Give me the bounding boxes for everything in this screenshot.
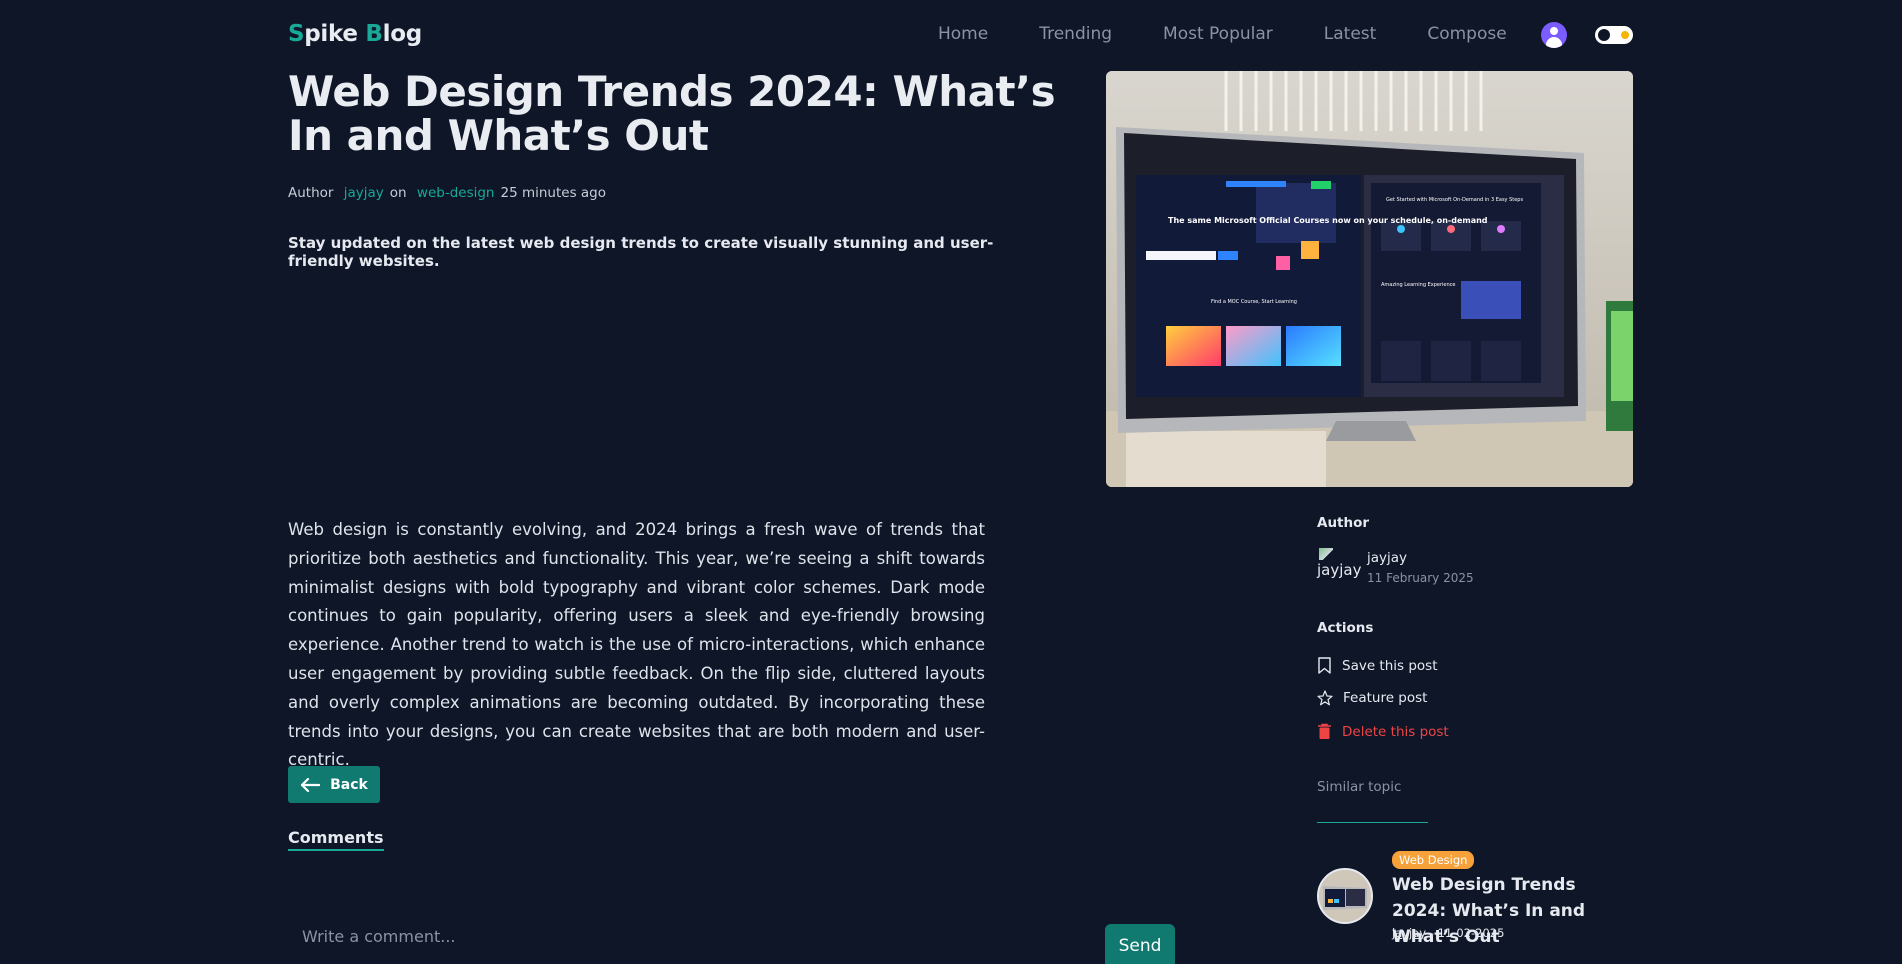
related-post-thumbnail[interactable]: [1317, 868, 1373, 924]
sidebar-author-date: 11 February 2025: [1367, 571, 1474, 585]
sidebar-author-name[interactable]: jayjay: [1367, 550, 1407, 566]
meta-on: on: [389, 185, 407, 201]
similar-topic-divider: [1317, 822, 1428, 823]
top-navbar: Spike Blog Home Trending Most Popular La…: [0, 0, 1902, 70]
meta-author-label: Author: [288, 185, 334, 201]
related-post-meta: jayjay - 11-02-2025: [1392, 926, 1505, 940]
save-post-button[interactable]: Save this post: [1317, 657, 1438, 674]
broken-image-icon: [1319, 548, 1333, 560]
main-nav: Home Trending Most Popular Latest Compos…: [938, 24, 1507, 44]
related-post-author[interactable]: jayjay: [1392, 926, 1426, 940]
theme-toggle[interactable]: [1595, 26, 1633, 44]
star-icon: [1317, 690, 1333, 706]
nav-compose[interactable]: Compose: [1427, 24, 1506, 44]
delete-post-label: Delete this post: [1342, 723, 1449, 740]
hero-overlay-section: Find a MOC Course, Start Learning: [1211, 299, 1297, 305]
feature-post-button[interactable]: Feature post: [1317, 690, 1427, 706]
post-category-link[interactable]: web-design: [417, 185, 495, 201]
post-meta: Author jayjay on web-design 25 minutes ago: [288, 185, 606, 201]
comments-heading: Comments: [288, 828, 384, 851]
save-post-label: Save this post: [1342, 657, 1438, 674]
author-avatar[interactable]: jayjay: [1317, 548, 1363, 584]
user-avatar-icon[interactable]: [1541, 22, 1567, 48]
site-logo[interactable]: Spike Blog: [288, 21, 422, 47]
nav-latest[interactable]: Latest: [1324, 24, 1377, 44]
toggle-knob: [1598, 29, 1610, 41]
feature-post-label: Feature post: [1343, 690, 1428, 706]
related-thumb-image: [1319, 870, 1371, 922]
hero-overlay-panel-sub: Amazing Learning Experience: [1381, 282, 1455, 288]
related-post-category-badge[interactable]: Web Design: [1392, 851, 1475, 869]
hero-overlay-headline: The same Microsoft Official Courses now …: [1168, 216, 1488, 225]
post-hero-image: The same Microsoft Official Courses now …: [1106, 71, 1633, 487]
sidebar-actions-heading: Actions: [1317, 620, 1374, 636]
logo-letter-s: S: [288, 21, 305, 47]
delete-post-button[interactable]: Delete this post: [1317, 723, 1449, 740]
post-body: Web design is constantly evolving, and 2…: [288, 520, 985, 770]
nav-trending[interactable]: Trending: [1039, 24, 1112, 44]
nav-most-popular[interactable]: Most Popular: [1163, 24, 1273, 44]
back-button-label: Back: [330, 776, 368, 793]
related-post-date: 11-02-2025: [1437, 926, 1505, 940]
logo-letter-b: B: [365, 21, 383, 47]
hero-overlay-panel-title: Get Started with Microsoft On-Demand in …: [1386, 197, 1523, 203]
trash-icon: [1318, 723, 1331, 739]
nav-home[interactable]: Home: [938, 24, 988, 44]
post-lead: Stay updated on the latest web design tr…: [288, 234, 994, 270]
logo-text-log: log: [382, 21, 423, 47]
comment-input[interactable]: [288, 920, 1094, 952]
post-author-link[interactable]: jayjay: [344, 185, 384, 201]
send-button[interactable]: Send: [1105, 924, 1175, 964]
arrow-left-icon: [301, 777, 321, 792]
logo-text-pike: pike: [304, 21, 366, 47]
back-button[interactable]: Back: [288, 766, 380, 803]
sidebar-author-heading: Author: [1317, 515, 1370, 531]
author-avatar-alt: jayjay: [1317, 561, 1362, 579]
similar-topic-heading: Similar topic: [1317, 779, 1402, 795]
post-title: Web Design Trends 2024: What’s In and Wh…: [288, 67, 1056, 160]
sun-icon: [1621, 31, 1629, 39]
bookmark-icon: [1318, 657, 1331, 674]
post-time-ago: 25 minutes ago: [500, 185, 606, 201]
monitor-photo: The same Microsoft Official Courses now …: [1106, 71, 1633, 487]
